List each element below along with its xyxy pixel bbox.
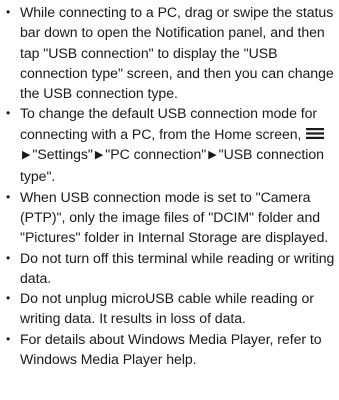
step-settings: "Settings" <box>32 146 93 163</box>
bullet-marker: • <box>6 106 11 121</box>
bullet-marker: • <box>6 5 11 19</box>
notes-list: • While connecting to a PC, drag or swip… <box>3 2 335 369</box>
note-default-usb-mode: • To change the default USB connection m… <box>3 103 335 186</box>
note-text: For details about Windows Media Player, … <box>20 330 322 368</box>
bullet-marker: • <box>6 331 11 346</box>
step-pc-connection: "PC connection" <box>105 146 207 163</box>
arrow-right-icon: ▶ <box>94 149 104 162</box>
note-text: When USB connection mode is set to "Came… <box>20 188 329 246</box>
note-notification-panel: • While connecting to a PC, drag or swip… <box>3 2 335 103</box>
note-windows-media-player: • For details about Windows Media Player… <box>3 329 335 370</box>
bullet-marker: • <box>6 250 11 265</box>
note-text: Do not turn off this terminal while read… <box>20 249 335 286</box>
bullet-marker: • <box>6 189 11 204</box>
note-text-lead: To change the default USB connection mod… <box>20 105 318 142</box>
bullet-marker: • <box>6 291 11 306</box>
note-text: While connecting to a PC, drag or swipe … <box>20 4 334 102</box>
note-do-not-turn-off: • Do not turn off this terminal while re… <box>3 248 335 289</box>
usb-notes-document: • While connecting to a PC, drag or swip… <box>0 0 339 369</box>
note-text: Do not unplug microUSB cable while readi… <box>20 290 314 327</box>
arrow-right-icon: ▶ <box>22 149 31 162</box>
arrow-right-icon: ▶ <box>208 149 217 162</box>
menu-icon <box>306 127 325 139</box>
note-do-not-unplug: • Do not unplug microUSB cable while rea… <box>3 288 335 329</box>
note-camera-ptp-mode: • When USB connection mode is set to "Ca… <box>3 187 335 248</box>
